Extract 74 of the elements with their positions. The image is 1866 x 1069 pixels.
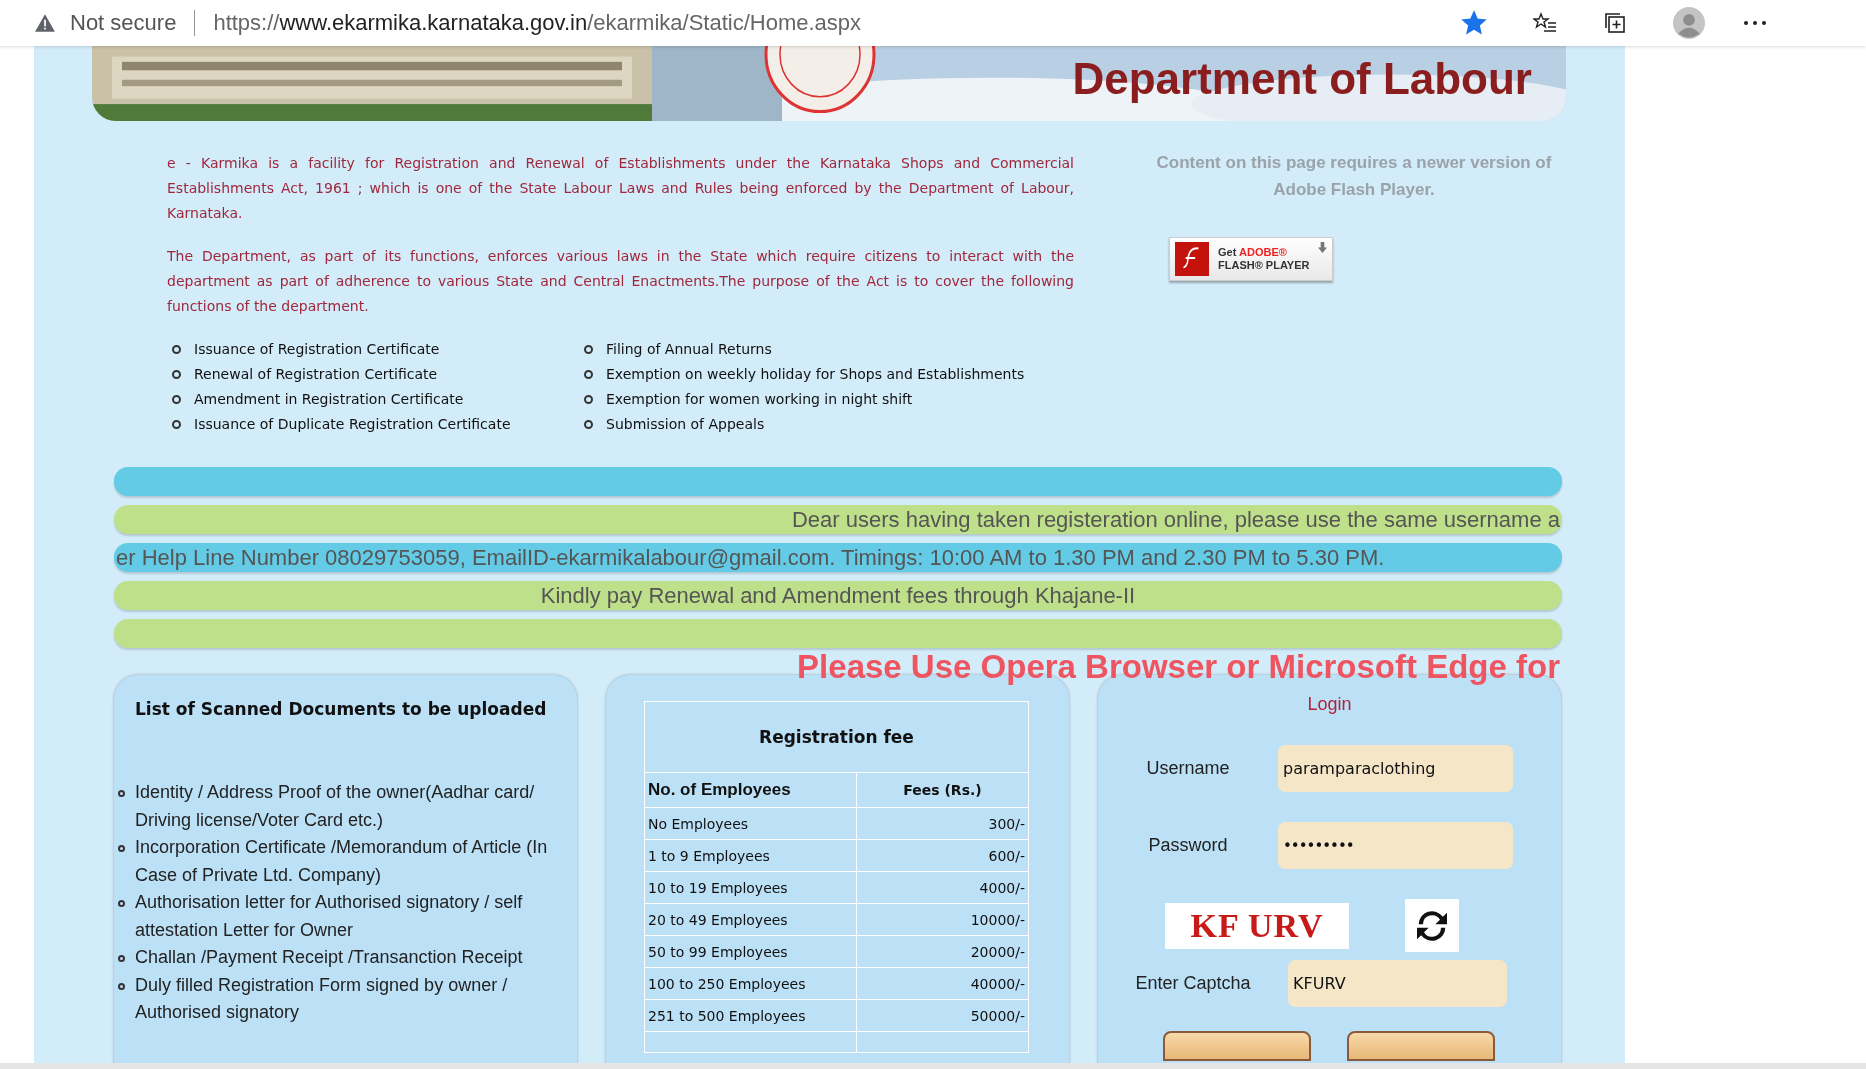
function-item: Renewal of Registration Certificate bbox=[194, 365, 438, 384]
flash-logo-icon bbox=[1175, 242, 1209, 276]
more-icon[interactable] bbox=[1743, 19, 1768, 27]
bullet-icon bbox=[118, 900, 125, 907]
bullet-icon bbox=[172, 395, 181, 404]
table-cell: 20 to 49 Employees bbox=[644, 903, 857, 936]
button[interactable] bbox=[1347, 1031, 1495, 1061]
captcha-image: KF URV bbox=[1165, 902, 1349, 949]
table-cell: 10 to 19 Employees bbox=[644, 871, 857, 904]
document-item: Authorisation letter for Authorised signatory / self attestation Letter for Owner bbox=[135, 891, 524, 942]
password-field[interactable]: ••••••••• bbox=[1278, 822, 1513, 869]
document-item: Incorporation Certificate /Memorandum of Article (In Case of Private Ltd. Company) bbox=[135, 836, 549, 887]
column-header: Fees (Rs.) bbox=[856, 772, 1029, 808]
function-item: Issuance of Registration Certificate bbox=[194, 340, 440, 359]
document-item: Duly filled Registration Form signed by owner / Authorised signatory bbox=[135, 973, 509, 1024]
column-header: No. of Employees bbox=[644, 772, 857, 808]
table-cell: 10000/- bbox=[856, 903, 1029, 936]
bullet-icon bbox=[172, 345, 181, 354]
notice-text: er Help Line Number 08029753059, EmailID-ekarmikalabour@gmail.com. Timings: 10:00 AM to 1.30 PM and 2.30 PM to 5.30 PM. bbox=[115, 544, 1386, 571]
username-field[interactable]: paramparaclothing bbox=[1278, 745, 1513, 792]
panel-title: List of Scanned Documents to be uploaded bbox=[135, 699, 548, 719]
browser-warning: Please Use Opera Browser or Microsoft Edge for bbox=[797, 651, 1561, 683]
field-label: Username bbox=[1145, 758, 1231, 779]
get-flash-button[interactable]: Get ADOBE® FLASH® PLAYER bbox=[1169, 237, 1333, 281]
banner-title: Department of Labour bbox=[1072, 54, 1532, 104]
table-cell: 50 to 99 Employees bbox=[644, 935, 857, 968]
function-item: Issuance of Duplicate Registration Certificate bbox=[194, 415, 511, 434]
bullet-icon bbox=[118, 955, 125, 962]
document-item: Challan /Payment Receipt /Transanction Receipt bbox=[135, 946, 523, 969]
refresh-button[interactable] bbox=[1405, 899, 1459, 952]
button[interactable] bbox=[1163, 1031, 1311, 1061]
table-cell: 40000/- bbox=[856, 967, 1029, 1000]
intro-paragraph: The Department, as part of its functions, enforces various laws in the State which require citizens to interact with the department as part of adherence to various State and Central Enactments.The purpose of the Act is to cover the following functions of the department. bbox=[167, 247, 1074, 316]
function-item: Amendment in Registration Certificate bbox=[194, 390, 464, 409]
table-cell: 100 to 250 Employees bbox=[644, 967, 857, 1000]
field-label: Password bbox=[1147, 835, 1229, 856]
function-item: Filing of Annual Returns bbox=[606, 340, 772, 359]
document-item: Identity / Address Proof of the owner(Aadhar card/ Driving license/Voter Card etc.) bbox=[135, 781, 536, 832]
table-cell: 600/- bbox=[856, 839, 1029, 872]
security-status[interactable]: Not secure bbox=[70, 10, 177, 36]
notice-text: Kindly pay Renewal and Amendment fees through Khajane-II bbox=[539, 582, 1137, 609]
table-title: Registration fee bbox=[644, 701, 1029, 773]
notice-text: Dear users having taken registeration online, please use the same username a bbox=[791, 506, 1561, 533]
star-icon[interactable] bbox=[1461, 10, 1488, 36]
function-item: Exemption on weekly holiday for Shops and Establishments bbox=[606, 365, 1025, 384]
profile-icon[interactable] bbox=[1673, 7, 1706, 39]
bullet-icon bbox=[584, 345, 593, 354]
bullet-icon bbox=[584, 370, 593, 379]
login-title: Login bbox=[1307, 694, 1352, 715]
table-cell: 4000/- bbox=[856, 871, 1029, 904]
bullet-icon bbox=[584, 420, 593, 429]
warning-icon bbox=[34, 13, 56, 33]
field-label: Enter Captcha bbox=[1134, 973, 1252, 994]
bullet-icon bbox=[118, 982, 125, 990]
table-cell: 300/- bbox=[856, 807, 1029, 840]
captcha-field[interactable]: KFURV bbox=[1288, 960, 1507, 1007]
collections-icon[interactable] bbox=[1603, 11, 1628, 35]
table-cell: No Employees bbox=[644, 807, 857, 840]
table-cell: 50000/- bbox=[856, 999, 1029, 1032]
function-item: Submission of Appeals bbox=[606, 415, 765, 434]
url-text[interactable]: https://www.ekarmika.karnataka.gov.in/ekarmika/Static/Home.aspx bbox=[213, 10, 862, 36]
favorites-icon[interactable] bbox=[1533, 11, 1558, 35]
bullet-icon bbox=[584, 395, 593, 404]
bullet-icon bbox=[172, 420, 181, 429]
flash-message: Content on this page requires a newer version of Adobe Flash Player. bbox=[1155, 152, 1553, 201]
table-cell: 1 to 9 Employees bbox=[644, 839, 857, 872]
table-cell: 251 to 500 Employees bbox=[644, 999, 857, 1032]
download-icon bbox=[1318, 242, 1327, 253]
table-cell: 20000/- bbox=[856, 935, 1029, 968]
intro-paragraph: e - Karmika is a facility for Registration and Renewal of Establishments under the Karnataka Shops and Commercial Establishments Act, 1961 ; which is one of the State Labour Laws and Rules being enforced by the Department of Labour, Karnataka. bbox=[167, 154, 1074, 223]
bullet-icon bbox=[118, 845, 125, 852]
bullet-icon bbox=[172, 370, 181, 379]
bullet-icon bbox=[118, 790, 125, 797]
function-item: Exemption for women working in night shift bbox=[606, 390, 913, 409]
